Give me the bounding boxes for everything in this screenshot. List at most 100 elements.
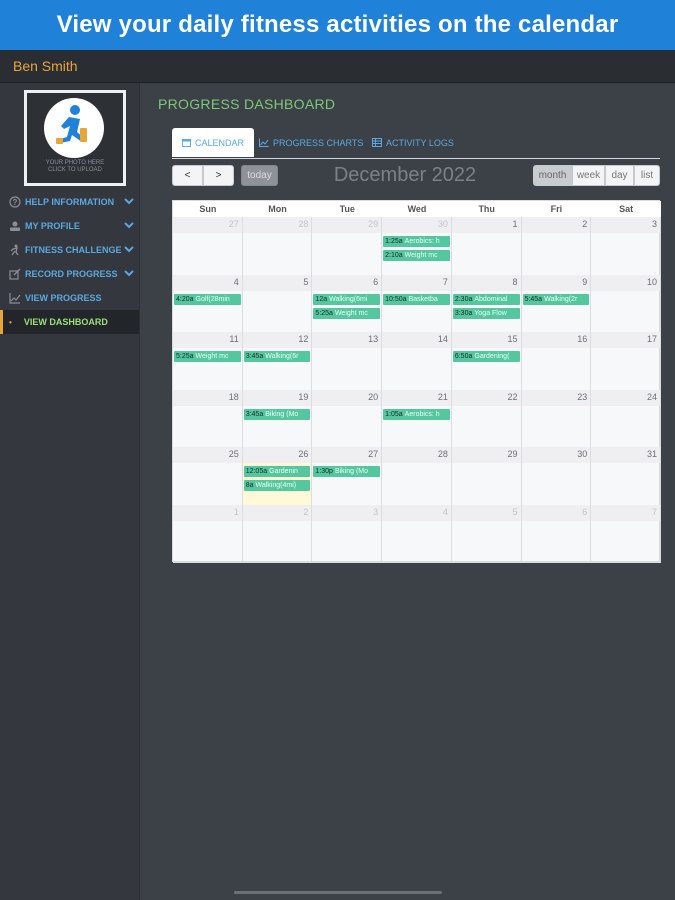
calendar-day[interactable]: 8 2:30a Abdominal 3:30a Yoga Flow <box>451 274 522 332</box>
calendar-event[interactable]: 3:45a Walking(6r <box>243 351 311 362</box>
user-name[interactable]: Ben Smith <box>13 58 78 74</box>
calendar-day[interactable]: 5 <box>242 274 313 332</box>
calendar-event[interactable]: 2:30a Abdominal <box>452 293 520 305</box>
day-number[interactable]: 28 <box>438 449 448 459</box>
day-number[interactable]: 20 <box>368 392 378 402</box>
view-day-button[interactable]: day <box>605 165 634 186</box>
calendar-day[interactable]: 16 <box>521 332 592 390</box>
day-number[interactable]: 23 <box>577 392 587 402</box>
day-number[interactable]: 17 <box>647 334 657 344</box>
day-number[interactable]: 16 <box>577 334 587 344</box>
calendar-day[interactable]: 9 5:45a Walking(2r <box>521 274 592 332</box>
day-number[interactable]: 26 <box>298 449 308 459</box>
calendar-day[interactable]: 5 <box>451 504 522 562</box>
day-number[interactable]: 30 <box>438 219 448 229</box>
calendar-day[interactable]: 12 3:45a Walking(6r <box>242 332 313 390</box>
day-number[interactable]: 25 <box>229 449 239 459</box>
calendar-day[interactable]: 22 <box>451 389 522 447</box>
calendar-day[interactable]: 24 <box>591 389 661 447</box>
sidebar-item-record-progress[interactable]: RECORD PROGRESS <box>0 262 139 286</box>
calendar-day[interactable]: 1 <box>173 504 243 562</box>
day-number[interactable]: 1 <box>513 219 518 229</box>
tab-progress-charts[interactable]: PROGRESS CHARTS <box>259 128 363 157</box>
day-number[interactable]: 5 <box>513 507 518 517</box>
day-number[interactable]: 2 <box>582 219 587 229</box>
day-number[interactable]: 13 <box>368 334 378 344</box>
calendar-day[interactable]: 17 <box>591 332 661 390</box>
calendar-event[interactable]: 5:45a Walking(2r <box>522 293 590 305</box>
day-number[interactable]: 3 <box>652 219 657 229</box>
calendar-day[interactable]: 18 <box>173 389 243 447</box>
day-number[interactable]: 29 <box>368 219 378 229</box>
day-number[interactable]: 28 <box>298 219 308 229</box>
calendar-day[interactable]: 7 10:50a Basketba <box>382 274 452 332</box>
calendar-day[interactable]: 1 <box>451 217 522 275</box>
sidebar-item-view-progress[interactable]: VIEW PROGRESS <box>0 286 139 310</box>
day-number[interactable]: 7 <box>652 507 657 517</box>
day-number[interactable]: 4 <box>443 507 448 517</box>
calendar-day[interactable]: 31 <box>591 447 661 505</box>
day-number[interactable]: 4 <box>234 277 239 287</box>
day-number[interactable]: 30 <box>577 449 587 459</box>
calendar-day[interactable]: 19 3:45a Biking (Mo <box>242 389 313 447</box>
view-week-button[interactable]: week <box>572 165 605 186</box>
calendar-event[interactable]: 1:30p Biking (Mo <box>313 466 381 477</box>
calendar-day[interactable]: 15 6:50a Gardening( <box>451 332 522 390</box>
calendar-day[interactable]: 27 1:30p Biking (Mo <box>312 447 383 505</box>
calendar-day[interactable]: 7 <box>591 504 661 562</box>
day-number[interactable]: 14 <box>438 334 448 344</box>
calendar-day[interactable]: 3 <box>591 217 661 275</box>
day-number[interactable]: 21 <box>438 392 448 402</box>
day-number[interactable]: 18 <box>229 392 239 402</box>
day-number[interactable]: 29 <box>508 449 518 459</box>
calendar-event[interactable]: 2:10a Weight mc <box>383 250 450 261</box>
calendar-event[interactable]: 5:25a Weight mc <box>313 307 381 319</box>
day-number[interactable]: 2 <box>303 507 308 517</box>
profile-photo[interactable]: YOUR PHOTO HERE CLICK TO UPLOAD <box>24 90 126 186</box>
day-number[interactable]: 7 <box>443 277 448 287</box>
day-number[interactable]: 6 <box>582 507 587 517</box>
day-number[interactable]: 5 <box>303 277 308 287</box>
calendar-day[interactable]: 4 4:20a Golf(28min <box>173 274 243 332</box>
day-number[interactable]: 12 <box>298 334 308 344</box>
scroll-indicator[interactable] <box>234 891 442 894</box>
day-number[interactable]: 8 <box>513 277 518 287</box>
calendar-day[interactable]: 2 <box>242 504 313 562</box>
day-number[interactable]: 10 <box>647 277 657 287</box>
calendar-day[interactable]: 29 <box>312 217 383 275</box>
day-number[interactable]: 19 <box>298 392 308 402</box>
calendar-day[interactable]: 6 <box>521 504 592 562</box>
day-number[interactable]: 11 <box>229 334 238 344</box>
sidebar-item-fitness-challenge[interactable]: FITNESS CHALLENGE <box>0 238 139 262</box>
calendar-event[interactable]: 6:50a Gardening( <box>452 351 520 362</box>
calendar-event[interactable]: 12:05a Gardenin <box>243 466 311 477</box>
calendar-event[interactable]: 3:30a Yoga Flow <box>452 307 520 319</box>
calendar-event[interactable]: 5:25a Weight mc <box>174 351 241 362</box>
day-number[interactable]: 24 <box>647 392 657 402</box>
calendar-event[interactable]: 8a Walking(4mi) <box>243 480 311 491</box>
calendar-event[interactable]: 1:25a Aerobics: h <box>383 236 450 247</box>
view-month-button[interactable]: month <box>533 165 572 186</box>
calendar-day[interactable]: 13 <box>312 332 383 390</box>
day-number[interactable]: 22 <box>508 392 518 402</box>
calendar-event[interactable]: 4:20a Golf(28min <box>174 293 241 305</box>
today-button[interactable]: today <box>241 165 278 186</box>
calendar-event[interactable]: 12a Walking(6mi <box>313 293 381 305</box>
sidebar-item-help-information[interactable]: ? HELP INFORMATION <box>0 190 139 214</box>
calendar-day[interactable]: 6 12a Walking(6mi 5:25a Weight mc <box>312 274 383 332</box>
calendar-event[interactable]: 3:45a Biking (Mo <box>243 408 311 420</box>
calendar-day[interactable]: 29 <box>451 447 522 505</box>
sidebar-item-my-profile[interactable]: MY PROFILE <box>0 214 139 238</box>
calendar-day[interactable]: 27 <box>173 217 243 275</box>
day-number[interactable]: 27 <box>368 449 378 459</box>
calendar-day[interactable]: 14 <box>382 332 452 390</box>
day-number[interactable]: 6 <box>373 277 378 287</box>
calendar-event[interactable]: 1:05a Aerobics: h <box>383 408 450 420</box>
calendar-day[interactable]: 30 <box>521 447 592 505</box>
day-number[interactable]: 15 <box>508 334 518 344</box>
calendar-day[interactable]: 21 1:05a Aerobics: h <box>382 389 452 447</box>
prev-month-button[interactable]: < <box>172 165 203 186</box>
calendar-event[interactable]: 10:50a Basketba <box>383 293 450 305</box>
calendar-day[interactable]: 11 5:25a Weight mc <box>173 332 243 390</box>
day-number[interactable]: 9 <box>582 277 587 287</box>
